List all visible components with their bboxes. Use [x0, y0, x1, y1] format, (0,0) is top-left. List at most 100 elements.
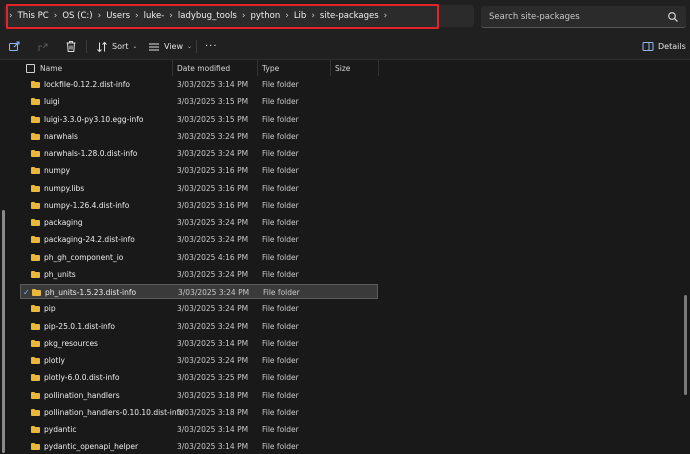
table-row[interactable]: pollination_handlers 3/03/2025 3:18 PM Fil…	[20, 388, 378, 403]
folder-icon	[31, 270, 40, 278]
folder-icon	[31, 322, 40, 330]
folder-icon	[31, 167, 40, 175]
column-header-size[interactable]: Size	[335, 64, 350, 73]
file-type: File folder	[262, 97, 299, 107]
table-row[interactable]: numpy.libs 3/03/2025 3:16 PM File folder	[20, 181, 378, 196]
file-name: plotly	[44, 356, 65, 365]
column-divider[interactable]	[172, 60, 173, 76]
sort-button[interactable]: Sort ⌄	[96, 39, 137, 54]
column-divider[interactable]	[330, 60, 331, 76]
table-row[interactable]: narwhals 3/03/2025 3:24 PM File folder	[20, 129, 378, 144]
date-modified: 3/03/2025 3:25 PM	[177, 373, 249, 383]
table-row[interactable]: numpy-1.26.4.dist-info 3/03/2025 3:16 PM F…	[20, 198, 378, 213]
folder-icon	[31, 236, 40, 244]
date-modified: 3/03/2025 3:24 PM	[178, 288, 250, 297]
file-type: File folder	[262, 114, 299, 124]
view-list-icon	[149, 43, 159, 50]
trash-icon	[66, 41, 76, 52]
search-placeholder: Search site-packages	[489, 12, 580, 22]
chevron-down-icon: ⌄	[186, 43, 193, 50]
table-row[interactable]: plotly-6.0.0.dist-info 3/03/2025 3:25 PM F…	[20, 370, 378, 385]
file-name: narwhals	[44, 131, 78, 141]
table-row[interactable]: ✓ ph_units-1.5.23.dist-info 3/03/2025 3:24…	[20, 284, 378, 299]
column-header-name[interactable]: Name	[40, 64, 62, 73]
folder-icon	[32, 289, 41, 296]
folder-icon	[31, 98, 40, 106]
toolbar-divider	[196, 40, 197, 53]
file-name: pkg_resources	[44, 338, 98, 348]
navigation-pane-scrollbar[interactable]	[2, 210, 5, 453]
details-label: Details	[658, 42, 686, 51]
table-row[interactable]: plotly 3/03/2025 3:24 PM File folder	[20, 353, 378, 368]
table-row[interactable]: narwhals-1.28.0.dist-info 3/03/2025 3:24 …	[20, 146, 378, 161]
file-type: File folder	[262, 425, 299, 434]
file-name: luigi-3.3.0-py3.10.egg-info	[44, 114, 144, 124]
checkmark-icon[interactable]: ✓	[23, 288, 30, 297]
table-row[interactable]: luigi-3.3.0-py3.10.egg-info 3/03/2025 3:1…	[20, 112, 378, 127]
details-button[interactable]: Details	[642, 39, 686, 54]
date-modified: 3/03/2025 3:24 PM	[177, 269, 249, 279]
file-name: ph_gh_component_io	[44, 252, 124, 262]
table-row[interactable]: lockfile-0.12.2.dist-info 3/03/2025 3:14 …	[20, 77, 378, 92]
file-name: pollination_handlers	[44, 390, 120, 400]
file-type: File folder	[262, 252, 299, 262]
column-divider[interactable]	[378, 60, 379, 76]
file-type: File folder	[262, 407, 299, 417]
chevron-down-icon: ⌄	[132, 43, 138, 50]
date-modified: 3/03/2025 3:24 PM	[177, 149, 249, 158]
table-row[interactable]: pkg_resources 3/03/2025 3:14 PM File folde…	[20, 336, 378, 351]
search-icon[interactable]	[667, 11, 679, 23]
file-type: File folder	[262, 356, 299, 365]
table-row[interactable]: pollination_handlers-0.10.10.dist-info 3/…	[20, 405, 378, 420]
file-name: pydantic	[44, 425, 77, 434]
file-name: ph_units	[44, 269, 76, 279]
share-button[interactable]	[8, 39, 21, 54]
table-row[interactable]: packaging-24.2.dist-info 3/03/2025 3:24 P…	[20, 232, 378, 247]
search-input[interactable]: Search site-packages	[481, 6, 686, 28]
file-name: pip	[44, 304, 56, 314]
select-all-checkbox[interactable]	[26, 64, 35, 73]
red-highlight-box	[6, 4, 439, 29]
sort-label: Sort	[112, 42, 129, 51]
date-modified: 3/03/2025 3:16 PM	[177, 200, 249, 210]
file-name: narwhals-1.28.0.dist-info	[44, 149, 138, 158]
file-list: Name Date modified Type Size lockfile-0.…	[0, 60, 690, 453]
column-header-date[interactable]: Date modified	[177, 64, 230, 73]
column-header-type[interactable]: Type	[262, 64, 279, 73]
table-row[interactable]: luigi 3/03/2025 3:15 PM File folder	[20, 94, 378, 109]
table-row[interactable]: packaging 3/03/2025 3:24 PM File folder	[20, 215, 378, 230]
folder-icon	[31, 305, 40, 313]
more-options-button[interactable]: ···	[205, 39, 218, 54]
file-list-scrollbar[interactable]	[684, 295, 687, 395]
table-row[interactable]: ph_gh_component_io 3/03/2025 4:16 PM File …	[20, 250, 378, 265]
file-name: numpy-1.26.4.dist-info	[44, 200, 130, 210]
move-button[interactable]	[37, 39, 49, 54]
delete-button[interactable]	[65, 39, 77, 54]
toolbar-divider	[86, 40, 87, 53]
table-row[interactable]: pydantic_openapi_helper 3/03/2025 3:14 PM…	[20, 439, 378, 454]
date-modified: 3/03/2025 3:18 PM	[177, 407, 249, 417]
table-row[interactable]: pip 3/03/2025 3:24 PM File folder	[20, 301, 378, 316]
folder-icon	[31, 391, 40, 399]
file-type: File folder	[262, 166, 299, 176]
file-type: File folder	[262, 149, 299, 158]
date-modified: 3/03/2025 3:14 PM	[177, 442, 249, 452]
folder-icon	[31, 253, 40, 261]
date-modified: 3/03/2025 3:16 PM	[177, 166, 249, 176]
view-button[interactable]: View ⌄	[148, 39, 192, 54]
date-modified: 3/03/2025 3:14 PM	[177, 80, 249, 89]
table-row[interactable]: numpy 3/03/2025 3:16 PM File folder	[20, 163, 378, 178]
file-type: File folder	[262, 218, 299, 227]
file-type: File folder	[262, 390, 299, 400]
folder-icon	[31, 374, 40, 382]
table-row[interactable]: pip-25.0.1.dist-info 3/03/2025 3:24 PM Fil…	[20, 319, 378, 334]
column-divider[interactable]	[257, 60, 258, 76]
file-name: ph_units-1.5.23.dist-info	[45, 288, 137, 297]
address-row: › This PC › OS (C:) › Users › luke- › la…	[0, 0, 690, 34]
date-modified: 3/03/2025 3:24 PM	[177, 321, 249, 331]
file-type: File folder	[262, 304, 299, 314]
table-row[interactable]: pydantic 3/03/2025 3:14 PM File folder	[20, 422, 378, 437]
table-row[interactable]: ph_units 3/03/2025 3:24 PM File folder	[20, 267, 378, 282]
file-name: pollination_handlers-0.10.10.dist-info	[44, 407, 184, 417]
file-name: luigi	[44, 97, 60, 107]
